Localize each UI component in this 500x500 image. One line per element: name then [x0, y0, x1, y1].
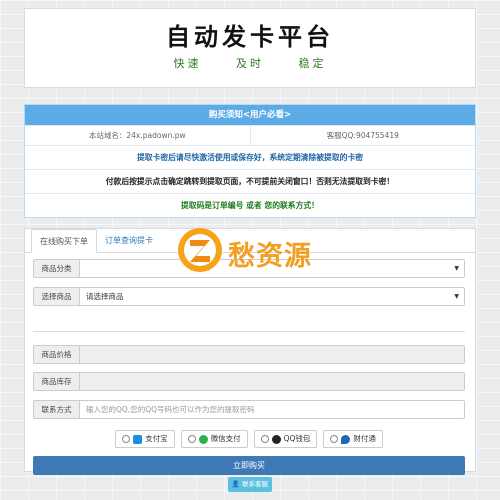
- pay-label: QQ钱包: [283, 434, 311, 443]
- notice-info-row: 本站域名：24x.padown.pw 客服QQ:904755419: [25, 125, 475, 145]
- price-row: 商品价格: [33, 345, 465, 364]
- price-field: [79, 345, 465, 364]
- price-label: 商品价格: [33, 345, 79, 364]
- alipay-icon: [133, 434, 143, 444]
- tab-online-purchase[interactable]: 在线购买下单: [31, 229, 97, 253]
- radio-button[interactable]: [260, 435, 269, 443]
- notice-heading: 购买须知<用户必看>: [25, 105, 475, 125]
- wechat-icon: [198, 434, 208, 444]
- payment-methods: 支付宝 微信支付 QQ钱包 财付通: [33, 430, 465, 448]
- qq-penguin-icon: [271, 434, 281, 444]
- pay-option-alipay[interactable]: 支付宝: [115, 430, 175, 448]
- contact-label: 联系方式: [33, 400, 79, 419]
- radio-button[interactable]: [330, 435, 339, 443]
- service-qq: 客服QQ:904755419: [249, 126, 476, 145]
- pay-option-qqwallet[interactable]: QQ钱包: [253, 430, 318, 448]
- slogan-word: 及时: [236, 57, 264, 70]
- chevron-down-icon: ▼: [454, 293, 459, 300]
- radio-button[interactable]: [122, 435, 131, 443]
- notice-line-redirect: 付款后按提示点击确定跳转到提取页面，不可提前关闭窗口！否则无法提取到卡密！: [25, 169, 475, 193]
- stock-row: 商品库存: [33, 372, 465, 391]
- watermark-text: 愁资源: [228, 241, 312, 272]
- watermark-logo-icon: [178, 228, 222, 272]
- stock-field: [79, 372, 465, 391]
- contact-service-label: 联系客服: [242, 480, 269, 488]
- stock-label: 商品库存: [33, 372, 79, 391]
- site-slogan: 快速 及时 稳定: [25, 55, 475, 71]
- site-domain: 本站域名：24x.padown.pw: [88, 131, 186, 140]
- tenpay-icon: [341, 434, 351, 444]
- chevron-down-icon: ▼: [454, 265, 459, 272]
- category-label: 商品分类: [33, 259, 79, 278]
- pay-label: 财付通: [353, 434, 376, 443]
- product-value: 请选择商品: [86, 292, 124, 301]
- slogan-word: 稳定: [298, 57, 327, 70]
- tab-order-query[interactable]: 订单查询提卡: [97, 229, 161, 252]
- contact-row: 联系方式 输入您的QQ,您的QQ号码也可以作为您的提取密码: [33, 400, 465, 419]
- slogan-word: 快速: [173, 57, 202, 70]
- notice-line-code: 提取码是订单编号 或者 您的联系方式！: [25, 193, 475, 217]
- contact-service-button[interactable]: 👤 联系客服: [228, 477, 272, 492]
- pay-label: 微信支付: [210, 434, 241, 443]
- pay-option-tenpay[interactable]: 财付通: [323, 430, 383, 448]
- product-label: 选择商品: [33, 287, 79, 306]
- pay-option-wechat[interactable]: 微信支付: [180, 430, 248, 448]
- product-row: 选择商品 请选择商品 ▼: [33, 287, 465, 306]
- buy-now-button[interactable]: 立即购买: [33, 456, 465, 475]
- pay-label: 支付宝: [145, 434, 168, 443]
- watermark: 愁资源: [176, 226, 336, 276]
- form-divider: [33, 331, 465, 332]
- user-icon: 👤: [231, 480, 240, 488]
- product-select[interactable]: 请选择商品 ▼: [79, 287, 465, 306]
- notice-line-save: 提取卡密后请尽快激活使用或保存好，系统定期清除被提取的卡密: [25, 145, 475, 169]
- contact-input[interactable]: 输入您的QQ,您的QQ号码也可以作为您的提取密码: [79, 400, 465, 419]
- radio-button[interactable]: [187, 435, 196, 443]
- site-title: 自动发卡平台: [166, 23, 334, 51]
- site-header: 自动发卡平台 快速 及时 稳定: [24, 8, 476, 88]
- purchase-notice-panel: 购买须知<用户必看> 本站域名：24x.padown.pw 客服QQ:90475…: [24, 104, 476, 218]
